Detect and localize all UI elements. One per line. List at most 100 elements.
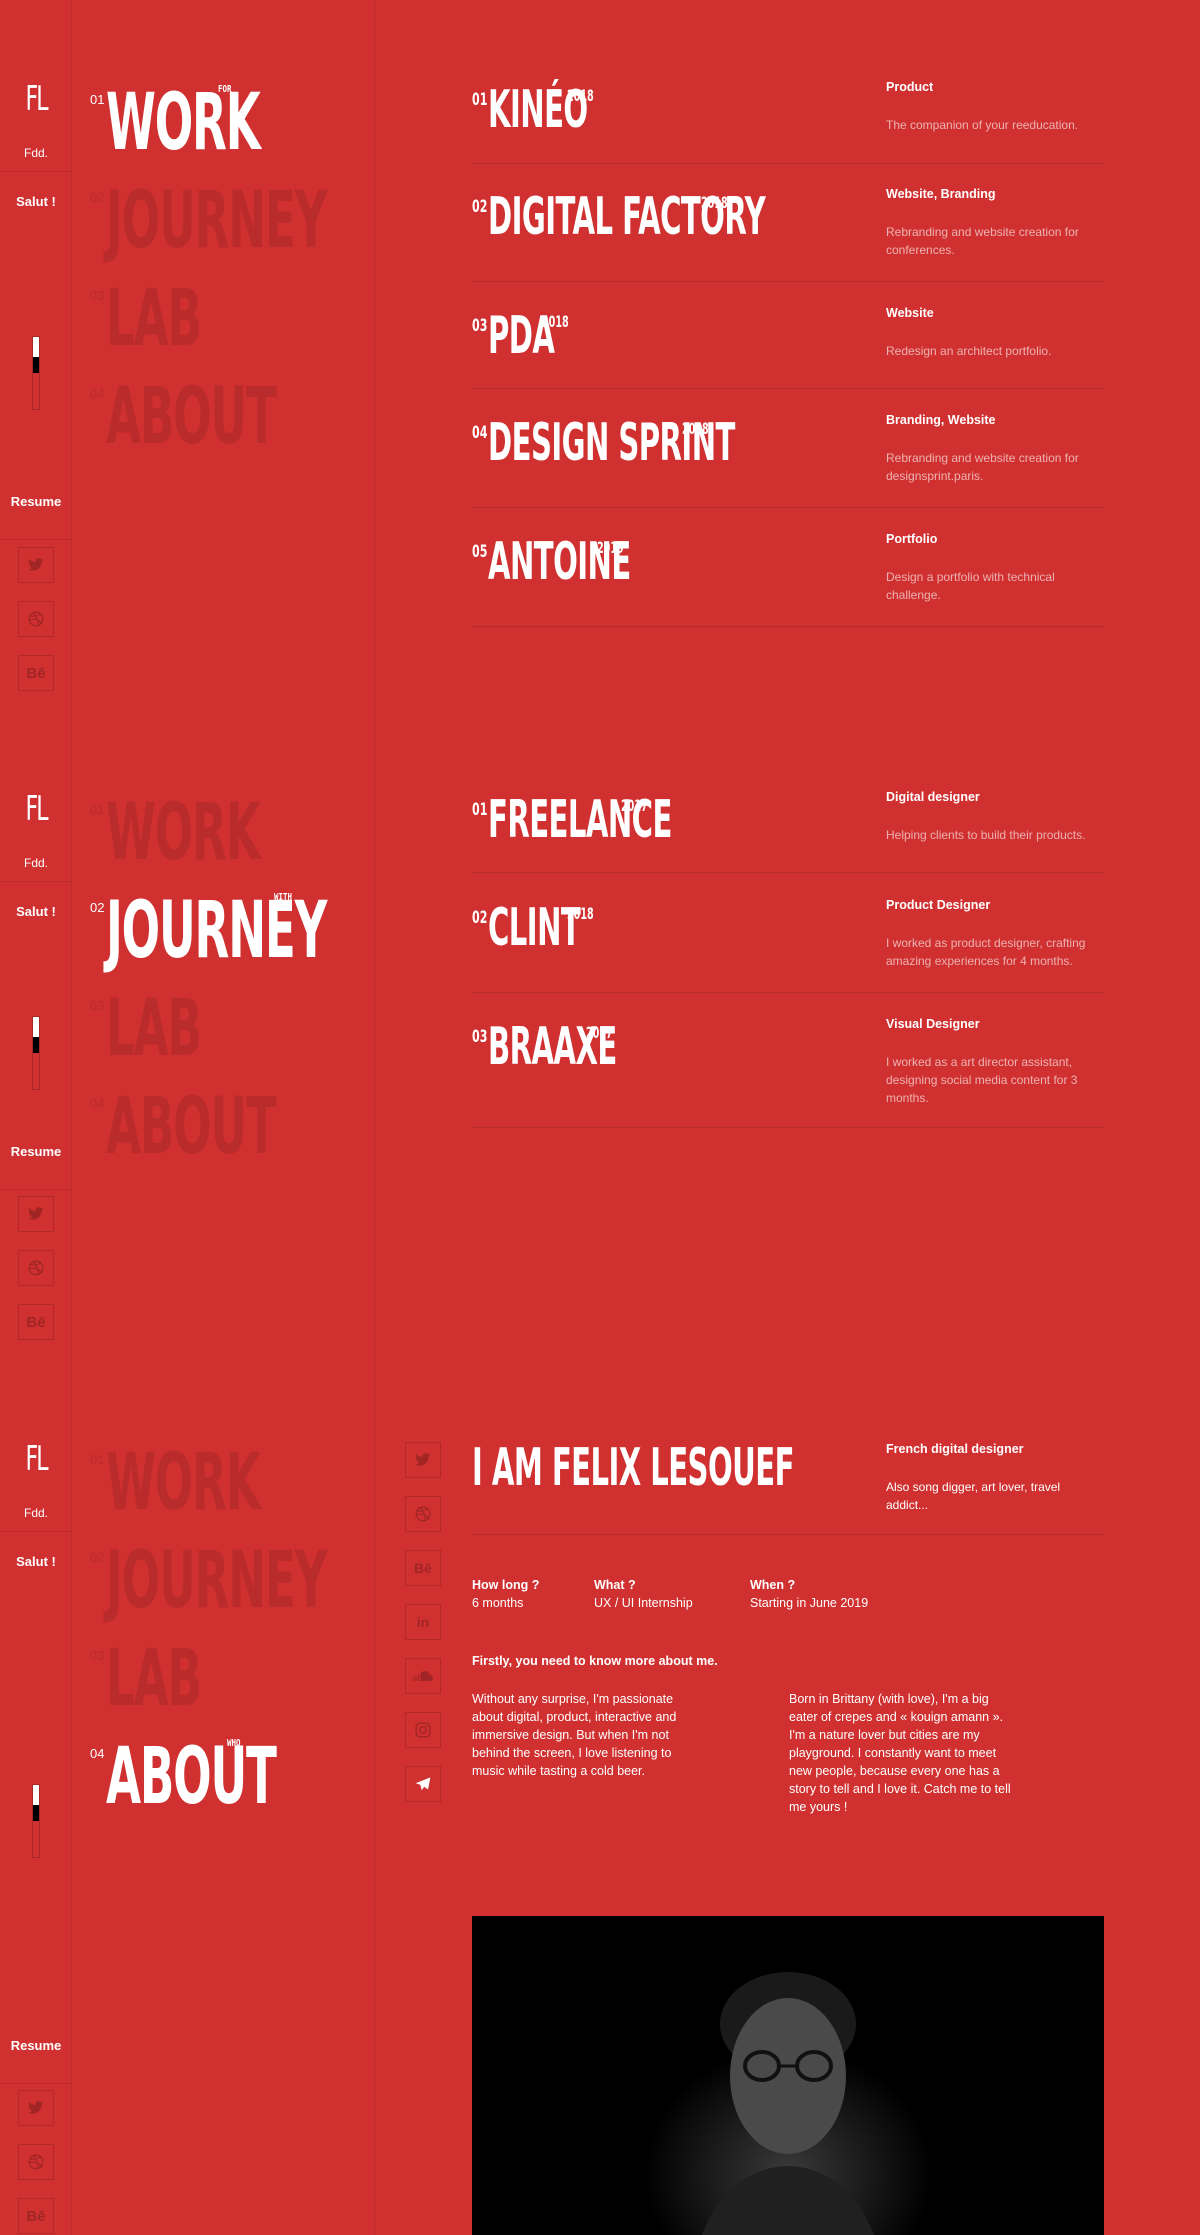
linkedin-icon[interactable]: in [405,1604,441,1640]
nav-number: 04 [90,386,105,401]
logo-subtitle: Fdd. [23,856,48,870]
resume-link[interactable]: Resume [0,1134,72,1190]
about-description: Also song digger, art lover, travel addi… [886,1480,1061,1512]
divider [472,1534,1104,1535]
dribbble-icon[interactable] [18,2144,54,2180]
about-intro: Firstly, you need to know more about me. [472,1654,718,1668]
resume-link[interactable]: Resume [0,2028,72,2084]
dribbble-icon[interactable] [18,601,54,637]
nav-label: ABOUT [106,372,277,462]
greeting: Salut ! [16,1554,56,1569]
job-clint[interactable]: 02 CLINT 2018 Product Designer I worked … [472,898,1104,993]
nav-label: LAB [106,1634,202,1724]
project-number: 01 [472,90,488,110]
project-category: Product [886,80,934,94]
logo-block[interactable]: FL Fdd. [0,1360,72,1532]
nav-label: JOURNEY [106,176,327,266]
job-year: 2017 [586,1023,613,1042]
scroll-indicator [32,336,40,410]
nav-number: 01 [90,92,105,107]
nav-label: WORK [106,788,261,878]
twitter-icon[interactable] [18,2090,54,2126]
job-freelance[interactable]: 01 FREELANCE 2017 Digital designer Helpi… [472,790,1104,873]
project-design-sprint[interactable]: 04 DESIGN SPRINT 2018 Branding, Website … [472,413,1104,508]
project-antoine[interactable]: 05 ANTOINE 2019 Portfolio Design a portf… [472,532,1104,627]
logo-block[interactable]: FL Fdd. [0,710,72,882]
nav-label: ABOUT [106,1732,277,1822]
fact-label: What ? [594,1578,636,1592]
project-pda[interactable]: 03 PDA 2018 Website Redesign an architec… [472,306,1104,389]
twitter-icon[interactable] [18,1196,54,1232]
nav-number: 04 [90,1096,105,1111]
fact-label: How long ? [472,1578,540,1592]
nav-superscript: WITH [274,892,293,903]
journey-section: FL Fdd. Salut ! Resume Bē 01 WORK 02 JOU… [0,710,1200,1360]
project-description: Rebranding and website creation for desi… [886,451,1079,483]
resume-link[interactable]: Resume [0,484,72,540]
job-year: 2017 [621,796,648,815]
nav-number: 03 [90,998,105,1013]
logo-subtitle: Fdd. [23,1506,48,1520]
left-rail: FL Fdd. Salut ! Resume Bē [0,1360,72,2235]
nav-number: 02 [90,190,105,205]
twitter-icon[interactable] [405,1442,441,1478]
behance-icon[interactable]: Bē [18,1304,54,1340]
job-description: Helping clients to build their products. [886,828,1086,842]
nav-number: 02 [90,1550,105,1565]
logo-subtitle: Fdd. [23,146,48,160]
project-description: Redesign an architect portfolio. [886,344,1052,358]
nav-label: JOURNEY [106,886,327,976]
project-number: 05 [472,542,488,562]
behance-icon[interactable]: Bē [18,655,54,691]
nav-label: ABOUT [106,1082,277,1172]
job-number: 02 [472,908,488,928]
project-number: 03 [472,316,488,336]
project-category: Website [886,306,934,320]
job-number: 03 [472,1027,488,1047]
nav-superscript: WHO [227,1738,241,1749]
soundcloud-icon[interactable] [405,1658,441,1694]
project-category: Website, Branding [886,187,996,201]
job-description: I worked as a art director assistant, de… [886,1055,1078,1105]
project-year: 2018 [567,86,594,105]
project-category: Portfolio [886,532,938,546]
greeting: Salut ! [16,194,56,209]
work-section: FL Fdd. Salut ! Resume Bē 01 WORK FOR 02… [0,0,1200,710]
portrait-photo [472,1916,1104,2235]
twitter-icon[interactable] [18,547,54,583]
scroll-indicator [32,1016,40,1090]
logo[interactable]: FL [13,1442,60,1476]
logo[interactable]: FL [13,792,60,826]
project-year: 2018 [701,193,728,212]
column-divider [374,710,375,1360]
nav-number: 04 [90,1746,105,1761]
dribbble-icon[interactable] [405,1496,441,1532]
about-category: French digital designer [886,1442,1024,1456]
nav-number: 03 [90,288,105,303]
project-kineo[interactable]: 01 KINÉO 2018 Product The companion of y… [472,80,1104,164]
fact-value: Starting in June 2019 [750,1596,869,1610]
nav-number: 02 [90,900,105,915]
logo-block[interactable]: FL Fdd. [0,0,72,172]
job-role: Digital designer [886,790,980,804]
nav-label: LAB [106,984,202,1074]
about-paragraph: Without any surprise, I'm passionate abo… [472,1692,677,1778]
nav-superscript: FOR [218,84,232,95]
project-year: 2018 [682,419,709,438]
telegram-icon[interactable] [405,1766,441,1802]
project-category: Branding, Website [886,413,996,427]
column-divider [374,1360,375,2235]
left-rail: FL Fdd. Salut ! Resume Bē [0,710,72,1360]
job-braaxe[interactable]: 03 BRAAXE 2017 Visual Designer I worked … [472,1017,1104,1128]
nav-label: WORK [106,1438,261,1528]
fact-value: 6 months [472,1596,524,1610]
job-number: 01 [472,800,488,820]
nav-number: 01 [90,802,105,817]
logo[interactable]: FL [13,82,60,116]
behance-icon[interactable]: Bē [405,1550,441,1586]
about-title: I AM FELIX LESOUEF [472,1438,794,1498]
behance-icon[interactable]: Bē [18,2198,54,2234]
project-digital-factory[interactable]: 02 DIGITAL FACTORY 2018 Website, Brandin… [472,187,1104,282]
dribbble-icon[interactable] [18,1250,54,1286]
instagram-icon[interactable] [405,1712,441,1748]
